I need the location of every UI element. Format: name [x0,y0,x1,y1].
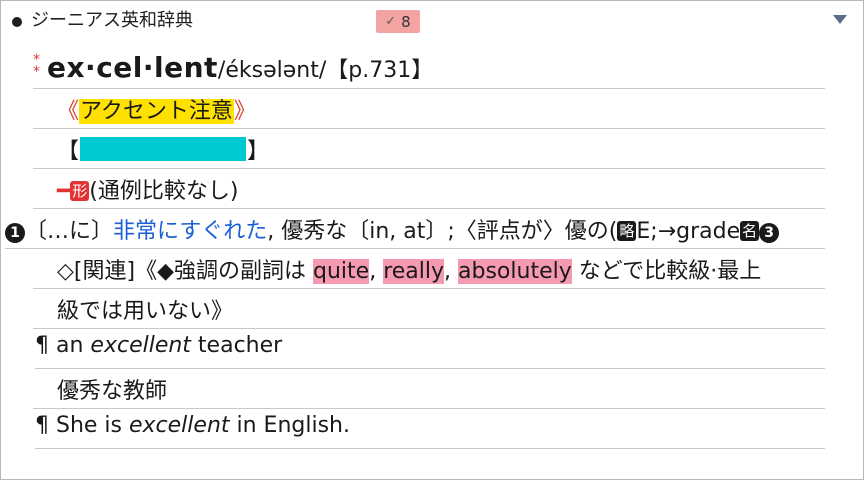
usage-suffix: などで比較級·最上 [571,259,762,284]
dictionary-header: ジーニアス英和辞典 ✓ 8 [1,1,863,41]
sense-row: 1 〔…に〕非常にすぐれた, 優秀な〔in, at〕;〈評点が〉優の(略E;→gr… [5,209,825,249]
usage-word-absolutely[interactable]: absolutely [458,259,572,284]
usage-sep: , [369,259,384,284]
usage-note-row: ◇[関連]《◆強調の副詞は quite, really, absolutely … [33,249,825,289]
page-reference[interactable]: 【p.731】 [326,58,433,83]
check-count-badge[interactable]: ✓ 8 [376,10,420,33]
accent-open: 《 [57,99,80,124]
badge-count: 8 [401,12,411,31]
accent-close: 》 [233,99,256,124]
pos-dash: ━ [57,179,71,204]
importance-stars: * * [33,51,47,81]
entry-headword-row: * * ex·cel·lent/éksələnt/【p.731】 [33,47,825,89]
bullet-icon [12,17,22,27]
example-1-translation: 優秀な教師 [33,369,825,409]
bracket-open: 【 [57,139,80,164]
sense-ref-number: 3 [759,223,780,243]
usage-word-quite[interactable]: quite [313,259,370,284]
check-icon: ✓ [385,14,397,29]
translation-text: 優秀な教師 [57,379,168,404]
usage-sep: , [444,259,459,284]
star-icon: * [33,64,40,80]
example-mark: ¶ [35,413,49,438]
example-text: in English. [229,413,351,438]
hidden-answer-row: 【】 [33,129,825,169]
example-2-row: ¶ She is excellent in English. [35,409,825,449]
usage-prefix: ◇[関連]《◆強調の副詞は [57,259,313,284]
sense-tail[interactable]: E;→grade [636,219,740,244]
headword: ex·cel·lent [47,51,218,84]
usage-note-continuation: 級では用いない》 [33,289,825,329]
example-text: an [49,333,91,358]
pos-label: 形 [70,181,90,201]
accent-note-row: 《アクセント注意》 [33,89,825,129]
usage-continued: 級では用いない》 [57,299,234,324]
sense-prefix: 〔…に〕 [25,219,114,244]
dictionary-name: ジーニアス英和辞典 [31,10,193,31]
abbreviation-label: 略 [617,221,637,241]
pos-note: (通例比較なし) [89,179,239,204]
part-of-speech-row: ━ 形(通例比較なし) [33,169,825,209]
example-text: teacher [190,333,283,358]
example-text: She is [49,413,129,438]
example-mark: ¶ [35,333,49,358]
hidden-answer-block[interactable] [80,137,247,161]
example-keyword: excellent [90,333,191,358]
sense-text: , 優秀な〔in, at〕;〈評点が〉優の( [267,219,618,244]
pronunciation: /éksələnt/ [217,58,327,83]
usage-word-really[interactable]: really [383,259,445,284]
noun-label: 名 [740,221,760,241]
sense-definition[interactable]: 非常にすぐれた [113,219,267,244]
accent-note: アクセント注意 [79,99,234,124]
dictionary-panel: ジーニアス英和辞典 ✓ 8 * * ex·cel·lent/éksələnt/【… [0,0,864,480]
example-keyword: excellent [129,413,230,438]
bracket-close: 】 [247,139,270,164]
sense-number: 1 [5,223,25,243]
example-1-row: ¶ an excellent teacher [35,329,825,369]
chevron-down-icon[interactable] [833,15,847,24]
